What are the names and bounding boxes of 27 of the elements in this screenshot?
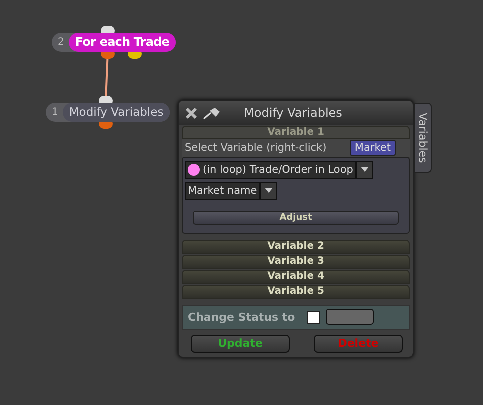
section-header[interactable]: Variable 1 [182, 126, 410, 140]
side-tab[interactable]: Variables [414, 103, 432, 173]
node-number: 1 [51, 107, 60, 118]
select-variable-label: Select Variable (right-click) [185, 142, 327, 154]
status-checkbox[interactable] [307, 310, 320, 324]
close-icon[interactable] [185, 106, 198, 120]
section-header[interactable]: Variable 4 [182, 270, 410, 284]
section-header[interactable]: Variable 2 [182, 240, 410, 254]
flow-node[interactable]: 1 Modify Variables [46, 103, 170, 122]
section-header[interactable]: Variable 5 [182, 284, 410, 299]
status-label: Change Status to [188, 310, 296, 324]
node-label: For each Trade [69, 33, 176, 52]
variable-badge: Market [350, 140, 396, 156]
adjust-button[interactable]: Adjust [193, 210, 399, 225]
update-button[interactable]: Update [191, 335, 290, 353]
pin-icon[interactable] [202, 106, 222, 120]
flow-node[interactable]: 2 For each Trade [52, 33, 176, 52]
section-header[interactable]: Variable 3 [182, 254, 410, 269]
caret-icon [360, 167, 369, 172]
dropdown-value: (in loop) Trade/Order in Loop [203, 164, 354, 176]
node-number: 2 [57, 37, 66, 48]
panel-title: Modify Variables [244, 106, 342, 120]
node-label: Modify Variables [63, 103, 170, 122]
source-dropdown[interactable]: (in loop) Trade/Order in Loop [185, 160, 356, 179]
caret-icon [264, 188, 273, 194]
property-dropdown[interactable]: Market name [185, 182, 260, 200]
status-field[interactable] [326, 309, 374, 326]
